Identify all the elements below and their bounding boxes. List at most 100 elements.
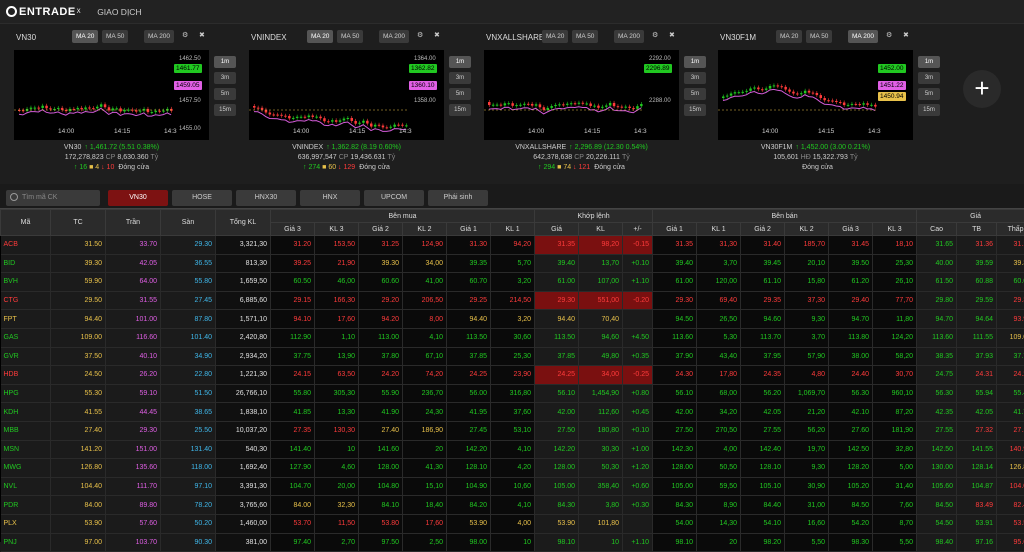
ma-toggle-2[interactable]: MA 200	[379, 30, 409, 43]
ma-toggle-2[interactable]: MA 200	[614, 30, 644, 43]
header-low[interactable]: Thấp	[997, 223, 1024, 236]
entrade-logo[interactable]: ENTRADE X	[6, 6, 81, 18]
table-row[interactable]: BID39.3042.0536.55813,3039.2521,9039.303…	[1, 254, 1024, 273]
ma-toggle-1[interactable]: MA 50	[806, 30, 832, 43]
tab-upcom[interactable]: UPCOM	[364, 190, 424, 206]
table-row[interactable]: FPT94.40101.0087.801,571,1094.1017,6094.…	[1, 310, 1024, 329]
cell-0[interactable]: CTG	[1, 291, 51, 310]
header-ask-price3[interactable]: Giá 3	[829, 223, 873, 236]
cell-0[interactable]: ACB	[1, 236, 51, 255]
timeframe-5m[interactable]: 5m	[214, 88, 236, 100]
cell-0[interactable]: HPG	[1, 384, 51, 403]
add-chart-button[interactable]: +	[963, 70, 1001, 108]
table-row[interactable]: HPG55.3059.1051.5026,766,1055.80305,3055…	[1, 384, 1024, 403]
table-row[interactable]: BVH59.9064.0055.801,659,5060.5046,0060.6…	[1, 273, 1024, 292]
header-ask-price1[interactable]: Giá 1	[653, 223, 697, 236]
tab-derivatives[interactable]: Phái sinh	[428, 190, 488, 206]
timeframe-15m[interactable]: 15m	[918, 104, 940, 116]
cell-0[interactable]: NVL	[1, 477, 51, 496]
close-icon[interactable]: ✖	[434, 31, 440, 39]
table-row[interactable]: KDH41.5544.4538.651,838,1041.8513,3041.9…	[1, 403, 1024, 422]
timeframe-3m[interactable]: 3m	[449, 72, 471, 84]
table-row[interactable]: PLX53.9057.6050.201,460,0053.7011,5053.8…	[1, 514, 1024, 533]
cell-0[interactable]: MBB	[1, 421, 51, 440]
ma-toggle-0[interactable]: MA 20	[307, 30, 333, 43]
header-bid-price3[interactable]: Giá 3	[271, 223, 315, 236]
close-icon[interactable]: ✖	[199, 31, 205, 39]
header-ask-price2[interactable]: Giá 2	[741, 223, 785, 236]
header-ref[interactable]: TC	[51, 210, 106, 236]
header-bid-vol2[interactable]: KL 2	[403, 223, 447, 236]
timeframe-3m[interactable]: 3m	[918, 72, 940, 84]
cell-0[interactable]: MWG	[1, 459, 51, 478]
timeframe-1m[interactable]: 1m	[918, 56, 940, 68]
symbol-search-input[interactable]: Tìm mã CK	[6, 190, 100, 206]
table-row[interactable]: GVR37.5040.1034.902,934,2037.7513,9037.8…	[1, 347, 1024, 366]
header-total-volume[interactable]: Tổng KL	[216, 210, 271, 236]
timeframe-15m[interactable]: 15m	[214, 104, 236, 116]
cell-0[interactable]: BVH	[1, 273, 51, 292]
ma-toggle-1[interactable]: MA 50	[337, 30, 363, 43]
settings-icon[interactable]: ⚙	[417, 31, 423, 39]
cell-0[interactable]: PLX	[1, 514, 51, 533]
settings-icon[interactable]: ⚙	[182, 31, 188, 39]
timeframe-5m[interactable]: 5m	[449, 88, 471, 100]
timeframe-5m[interactable]: 5m	[684, 88, 706, 100]
cell-0[interactable]: MSN	[1, 440, 51, 459]
header-ask-vol2[interactable]: KL 2	[785, 223, 829, 236]
header-bid-vol1[interactable]: KL 1	[491, 223, 535, 236]
menu-trading[interactable]: GIAO DỊCH	[97, 7, 141, 17]
ma-toggle-1[interactable]: MA 50	[572, 30, 598, 43]
table-row[interactable]: NVL104.40111.7097.103,391,30104.7020,001…	[1, 477, 1024, 496]
header-bid-vol3[interactable]: KL 3	[315, 223, 359, 236]
cell-0[interactable]: FPT	[1, 310, 51, 329]
cell-0[interactable]: HDB	[1, 366, 51, 385]
timeframe-5m[interactable]: 5m	[918, 88, 940, 100]
header-average[interactable]: TB	[957, 223, 997, 236]
timeframe-3m[interactable]: 3m	[214, 72, 236, 84]
table-row[interactable]: MWG126.80135.60118.001,692,40127.904,601…	[1, 459, 1024, 478]
timeframe-3m[interactable]: 3m	[684, 72, 706, 84]
ma-toggle-0[interactable]: MA 20	[72, 30, 98, 43]
tab-hnx[interactable]: HNX	[300, 190, 360, 206]
cell-0[interactable]: KDH	[1, 403, 51, 422]
cell-0[interactable]: PNJ	[1, 533, 51, 552]
header-match-vol[interactable]: KL	[579, 223, 623, 236]
cell-0[interactable]: PDR	[1, 496, 51, 515]
header-bid-price2[interactable]: Giá 2	[359, 223, 403, 236]
cell-0[interactable]: GVR	[1, 347, 51, 366]
settings-icon[interactable]: ⚙	[886, 31, 892, 39]
close-icon[interactable]: ✖	[903, 31, 909, 39]
ma-toggle-0[interactable]: MA 20	[776, 30, 802, 43]
close-icon[interactable]: ✖	[669, 31, 675, 39]
table-row[interactable]: PDR84.0089.8078.203,765,6084.0032,3084.1…	[1, 496, 1024, 515]
timeframe-15m[interactable]: 15m	[449, 104, 471, 116]
timeframe-1m[interactable]: 1m	[684, 56, 706, 68]
header-symbol[interactable]: Mã	[1, 210, 51, 236]
table-row[interactable]: CTG29.5031.5527.456,885,6029.15166,3029.…	[1, 291, 1024, 310]
cell-0[interactable]: GAS	[1, 328, 51, 347]
timeframe-1m[interactable]: 1m	[449, 56, 471, 68]
header-match-price[interactable]: Giá	[535, 223, 579, 236]
timeframe-1m[interactable]: 1m	[214, 56, 236, 68]
ma-toggle-2[interactable]: MA 200	[848, 30, 878, 43]
header-floor[interactable]: Sàn	[161, 210, 216, 236]
header-ask-vol1[interactable]: KL 1	[697, 223, 741, 236]
table-row[interactable]: GAS109.00116.60101.402,420,80112.901,101…	[1, 328, 1024, 347]
table-row[interactable]: PNJ97.00103.7090.30381,0097.402,7097.502…	[1, 533, 1024, 552]
header-match-change[interactable]: +/-	[623, 223, 653, 236]
ma-toggle-2[interactable]: MA 200	[144, 30, 174, 43]
tab-vn30[interactable]: VN30	[108, 190, 168, 206]
tab-hnx30[interactable]: HNX30	[236, 190, 296, 206]
settings-icon[interactable]: ⚙	[652, 31, 658, 39]
timeframe-15m[interactable]: 15m	[684, 104, 706, 116]
ma-toggle-0[interactable]: MA 20	[542, 30, 568, 43]
header-bid-price1[interactable]: Giá 1	[447, 223, 491, 236]
ma-toggle-1[interactable]: MA 50	[102, 30, 128, 43]
header-high[interactable]: Cao	[917, 223, 957, 236]
table-row[interactable]: MBB27.4029.3025.5010,037,2027.35130,3027…	[1, 421, 1024, 440]
table-row[interactable]: MSN141.20151.00131.40540,30141.4010141.6…	[1, 440, 1024, 459]
table-row[interactable]: HDB24.5026.2022.801,221,3024.1563,5024.2…	[1, 366, 1024, 385]
header-ceiling[interactable]: Trần	[106, 210, 161, 236]
tab-hose[interactable]: HOSE	[172, 190, 232, 206]
